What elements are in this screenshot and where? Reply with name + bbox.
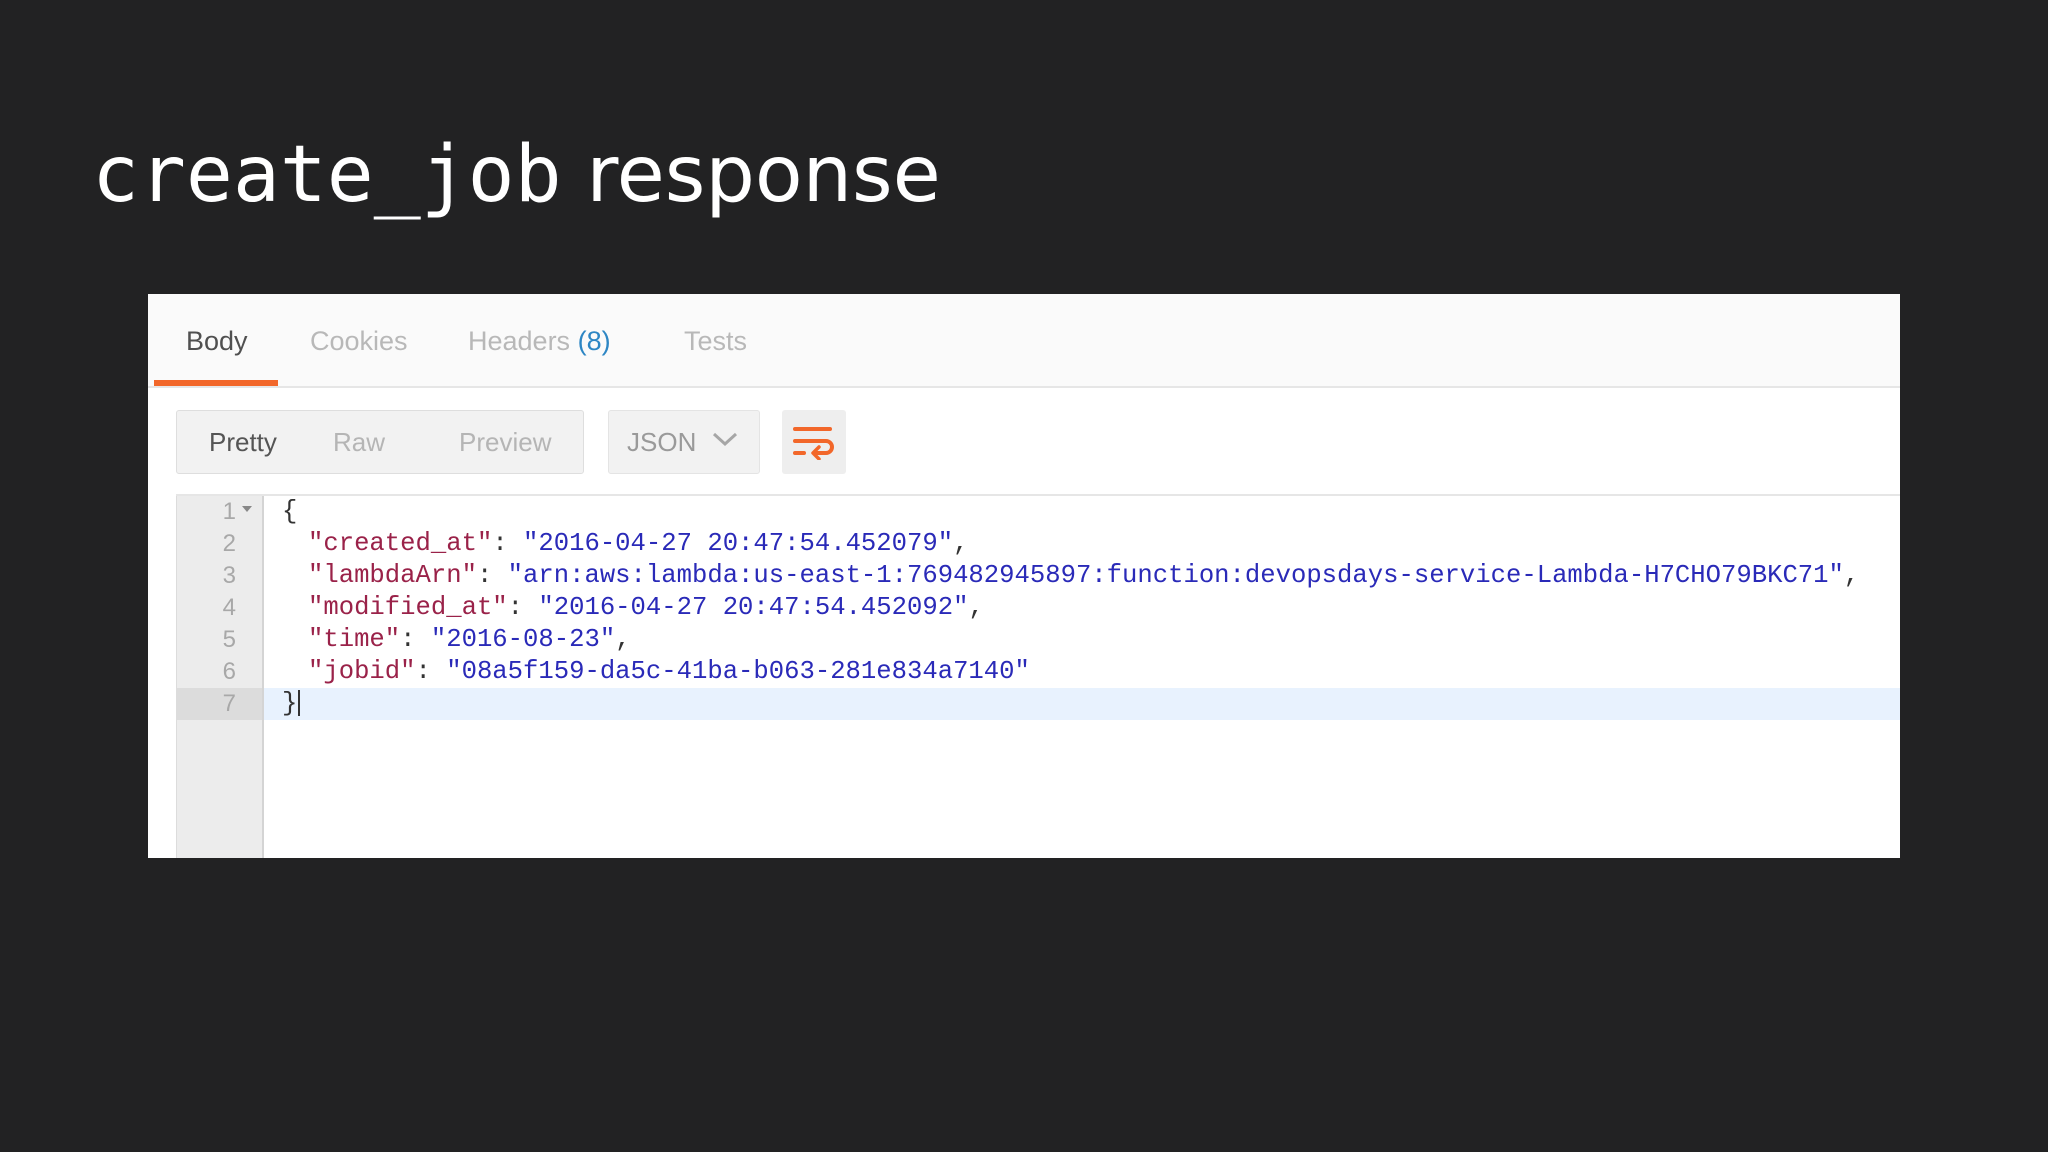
slide-title-code: create_job [92,130,562,220]
pretty-button[interactable]: Pretty [209,411,277,473]
line-number: 3 [222,562,236,589]
tab-headers[interactable]: Headers (8) [468,318,611,364]
json-comma: , [953,529,969,558]
json-value: "2016-08-23" [430,625,616,654]
json-separator: : [415,657,447,686]
line-number: 6 [222,658,236,685]
headers-count-badge: (8) [577,326,611,356]
code-text: "modified_at": "2016-04-27 20:47:54.4520… [308,592,984,624]
line-number: 4 [222,594,236,621]
tab-headers-label: Headers [468,326,571,356]
tab-cookies[interactable]: Cookies [310,318,408,364]
fold-arrow-icon[interactable] [242,506,252,512]
view-mode-toggle: Pretty Raw Preview [176,410,584,474]
tab-tests[interactable]: Tests [684,318,747,364]
json-key: "modified_at" [308,593,508,622]
text-cursor [298,690,301,717]
json-key: "lambdaArn" [308,561,477,590]
json-comma: , [615,625,631,654]
code-text: } [282,688,301,720]
wrap-lines-icon [793,427,834,460]
json-separator: : [507,593,539,622]
json-separator: : [400,625,431,654]
response-code-editor[interactable]: 1 { 2 "created_at": "2016-04-27 20:47:54… [176,494,1900,858]
code-text: { [282,496,297,528]
json-value: "2016-04-27 20:47:54.452079" [523,529,954,558]
active-tab-indicator [154,380,278,386]
json-value: "08a5f159-da5c-41ba-b063-281e834a7140" [446,657,1030,686]
json-value: "2016-04-27 20:47:54.452092" [538,593,969,622]
brace-close: } [282,689,298,718]
chevron-down-icon [712,432,738,447]
line-number: 7 [222,690,236,717]
tab-body[interactable]: Body [186,318,248,364]
json-key: "created_at" [308,529,493,558]
preview-button[interactable]: Preview [459,411,551,473]
line-number: 1 [222,498,236,525]
slide: create_job response Body Cookies Headers… [0,0,2048,1152]
json-separator: : [476,561,508,590]
format-select-value: JSON [627,427,697,457]
wrap-lines-button[interactable] [782,410,846,474]
json-key: "jobid" [308,657,416,686]
json-comma: , [968,593,984,622]
slide-title-rest: response [561,130,941,220]
response-tab-bar: Body Cookies Headers (8) Tests [148,294,1900,388]
slide-title: create_job response [92,120,941,230]
code-text: "created_at": "2016-04-27 20:47:54.45207… [308,528,968,560]
json-comma: , [1843,561,1860,590]
response-panel-screenshot: Body Cookies Headers (8) Tests Pretty Ra… [148,294,1900,858]
line-number: 5 [222,626,236,653]
active-line-highlight [176,688,1900,720]
brace-open: { [282,497,298,526]
tab-cookies-label: Cookies [310,326,408,356]
tab-body-label: Body [186,326,248,356]
code-text: "jobid": "08a5f159-da5c-41ba-b063-281e83… [308,656,1030,688]
line-number: 2 [222,530,236,557]
code-text: "lambdaArn": "arn:aws:lambda:us-east-1:7… [308,560,1859,592]
tab-tests-label: Tests [684,326,748,356]
json-value: "arn:aws:lambda:us-east-1:769482945897:f… [507,561,1844,590]
code-text: "time": "2016-08-23", [308,624,631,656]
raw-button[interactable]: Raw [333,411,385,473]
json-key: "time" [308,625,401,654]
format-select[interactable]: JSON [608,410,760,474]
json-separator: : [492,529,524,558]
